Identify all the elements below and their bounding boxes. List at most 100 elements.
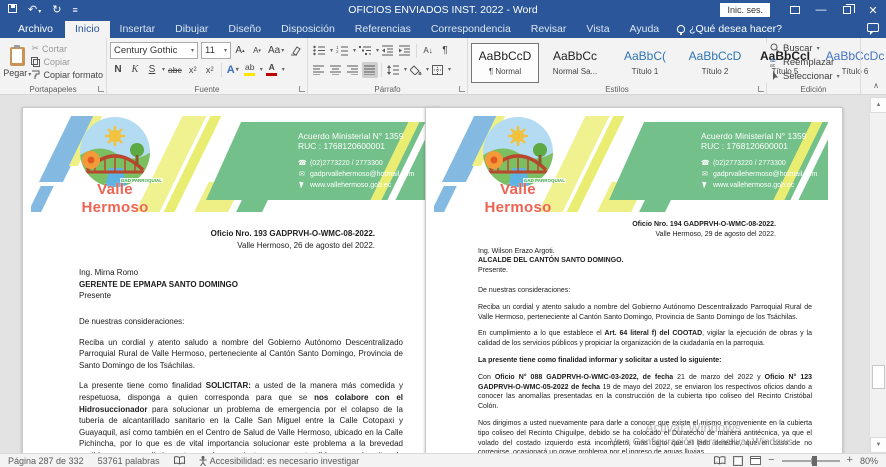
web-layout-button[interactable] [750, 456, 761, 465]
dialog-launcher-icon[interactable] [98, 86, 104, 92]
scroll-down-icon[interactable]: ▼ [870, 437, 886, 453]
select-cursor-icon [770, 71, 780, 81]
numbering-button[interactable]: 12 [334, 43, 351, 59]
sign-in-button[interactable]: Inic. ses. [720, 3, 770, 17]
increase-indent-button[interactable] [397, 43, 413, 59]
ribbon-end-area: ∧ [861, 38, 886, 94]
font-size-combo[interactable]: 11▾ [201, 42, 231, 59]
save-icon[interactable] [8, 4, 17, 16]
numbering-icon: 12 [336, 45, 349, 56]
oficio-number-line: Oficio Nro. 193 GADPRVH-O-WMC-08-2022. [79, 228, 403, 240]
text-effects-button[interactable]: A▾ [225, 62, 241, 78]
feedback-icon[interactable] [867, 23, 879, 32]
tab-referencias[interactable]: Referencias [345, 21, 421, 38]
document-page-right[interactable]: Acuerdo Ministerial N° 1359 RUC : 176812… [425, 107, 843, 453]
zoom-level[interactable]: 80% [860, 456, 878, 466]
select-button[interactable]: Seleccionar▾ [770, 69, 857, 83]
ribbon-display-options-icon[interactable] [782, 0, 808, 20]
zoom-in-button[interactable]: + [847, 455, 853, 466]
shrink-font-button[interactable]: A▾ [249, 43, 265, 59]
style-name: ¶ Normal [489, 67, 521, 76]
zoom-out-button[interactable]: − [768, 455, 774, 466]
find-button[interactable]: Buscar▾ [770, 41, 857, 55]
scroll-up-icon[interactable]: ▲ [870, 97, 886, 113]
strikethrough-button[interactable]: abc [166, 62, 184, 78]
tab-disposición[interactable]: Disposición [271, 21, 345, 38]
text-segment: La presente tiene como finalidad informa… [478, 357, 722, 364]
align-center-button[interactable] [328, 62, 344, 78]
vertical-scrollbar[interactable]: ▲ ▼ [869, 97, 886, 453]
letter-193: Oficio Nro. 193 GADPRVH-O-WMC-08-2022.Va… [79, 228, 403, 453]
dialog-launcher-icon[interactable] [459, 86, 465, 92]
copy-button[interactable]: Copiar [31, 55, 103, 68]
tab-inicio[interactable]: Inicio [65, 21, 110, 38]
line-spacing-button[interactable] [385, 62, 402, 78]
qat-customize-icon[interactable]: ≡ [72, 6, 77, 15]
align-right-button[interactable] [345, 62, 361, 78]
tab-correspondencia[interactable]: Correspondencia [421, 21, 521, 38]
tell-me-box[interactable]: ¿Qué desea hacer? [669, 21, 790, 38]
format-painter-button[interactable]: Copiar formato [31, 69, 103, 82]
page-indicator[interactable]: Página 287 de 332 [8, 456, 84, 466]
document-page-left[interactable]: Acuerdo Ministerial N° 1359 RUC : 176812… [22, 107, 440, 453]
underline-button[interactable]: S [144, 62, 160, 78]
proofing-status[interactable] [174, 456, 185, 465]
tab-ayuda[interactable]: Ayuda [620, 21, 670, 38]
style-item[interactable]: AaBbCcDTítulo 2 [681, 43, 749, 83]
oficio-number-line: Oficio Nro. 194 GADPRVH-O-WMC-08-2022. [478, 220, 812, 230]
tab-insertar[interactable]: Insertar [110, 21, 166, 38]
restore-button[interactable] [834, 0, 860, 20]
tab-archivo[interactable]: Archivo [6, 21, 65, 38]
font-color-button[interactable]: A [264, 62, 280, 78]
replace-button[interactable]: abac Reemplazar [770, 55, 857, 69]
undo-icon[interactable]: ↶▾ [28, 5, 41, 16]
italic-button[interactable]: K [127, 62, 143, 78]
tab-revisar[interactable]: Revisar [521, 21, 577, 38]
shading-button[interactable] [408, 62, 424, 78]
highlight-button[interactable]: ab [242, 62, 258, 78]
style-item[interactable]: AaBbCcD¶ Normal [471, 43, 539, 83]
accessibility-status[interactable]: Accesibilidad: es necesario investigar [199, 456, 360, 466]
dialog-launcher-icon[interactable] [299, 86, 305, 92]
align-justify-button[interactable] [362, 62, 378, 78]
show-marks-button[interactable]: ¶ [437, 43, 453, 59]
print-layout-button[interactable] [733, 456, 743, 466]
font-name-combo[interactable]: Century Gothic▾ [110, 42, 198, 59]
clear-formatting-button[interactable] [287, 43, 303, 59]
text-segment: La presente tiene como finalidad [79, 381, 206, 390]
paste-button[interactable]: Pegar▾ [3, 41, 31, 83]
style-item[interactable]: AaBbC(Título 1 [611, 43, 679, 83]
sort-button[interactable]: A↓ [420, 43, 436, 59]
tab-dibujar[interactable]: Dibujar [165, 21, 218, 38]
recipient-line: Ing. Mirna Romo [79, 267, 403, 279]
email-address: gadprvallehermoso@hotmail.com [310, 171, 414, 178]
collapse-ribbon-icon[interactable]: ∧ [873, 81, 879, 90]
zoom-slider[interactable] [782, 460, 840, 462]
redo-icon[interactable]: ↻ [52, 5, 61, 16]
bold-button[interactable]: N [110, 62, 126, 78]
tab-vista[interactable]: Vista [576, 21, 619, 38]
close-button[interactable]: ✕ [860, 0, 886, 20]
brand-name: Valle Hermoso [81, 181, 148, 212]
bullets-button[interactable] [311, 43, 328, 59]
tab-diseño[interactable]: Diseño [218, 21, 271, 38]
minimize-button[interactable]: — [808, 0, 834, 20]
multilevel-list-button[interactable] [357, 43, 374, 59]
zoom-slider-thumb[interactable] [812, 456, 817, 466]
subscript-button[interactable]: x2 [185, 62, 201, 78]
scrollbar-thumb[interactable] [872, 365, 885, 389]
borders-button[interactable] [430, 62, 446, 78]
word-count[interactable]: 53761 palabras [98, 456, 160, 466]
document-area[interactable]: Acuerdo Ministerial N° 1359 RUC : 176812… [0, 95, 869, 453]
decrease-indent-button[interactable] [380, 43, 396, 59]
grow-font-button[interactable]: A▴ [232, 43, 248, 59]
change-case-button[interactable]: Aa▾ [266, 43, 286, 59]
superscript-button[interactable]: x2 [202, 62, 218, 78]
style-name: Título 1 [632, 67, 659, 76]
style-item[interactable]: AaBbCcNormal Sa... [541, 43, 609, 83]
read-mode-button[interactable] [714, 456, 726, 465]
align-left-button[interactable] [311, 62, 327, 78]
cut-button[interactable]: ✂Cortar [31, 42, 103, 55]
ruc-number: RUC : 1768120600001 [298, 141, 414, 151]
dialog-launcher-icon[interactable] [758, 86, 764, 92]
